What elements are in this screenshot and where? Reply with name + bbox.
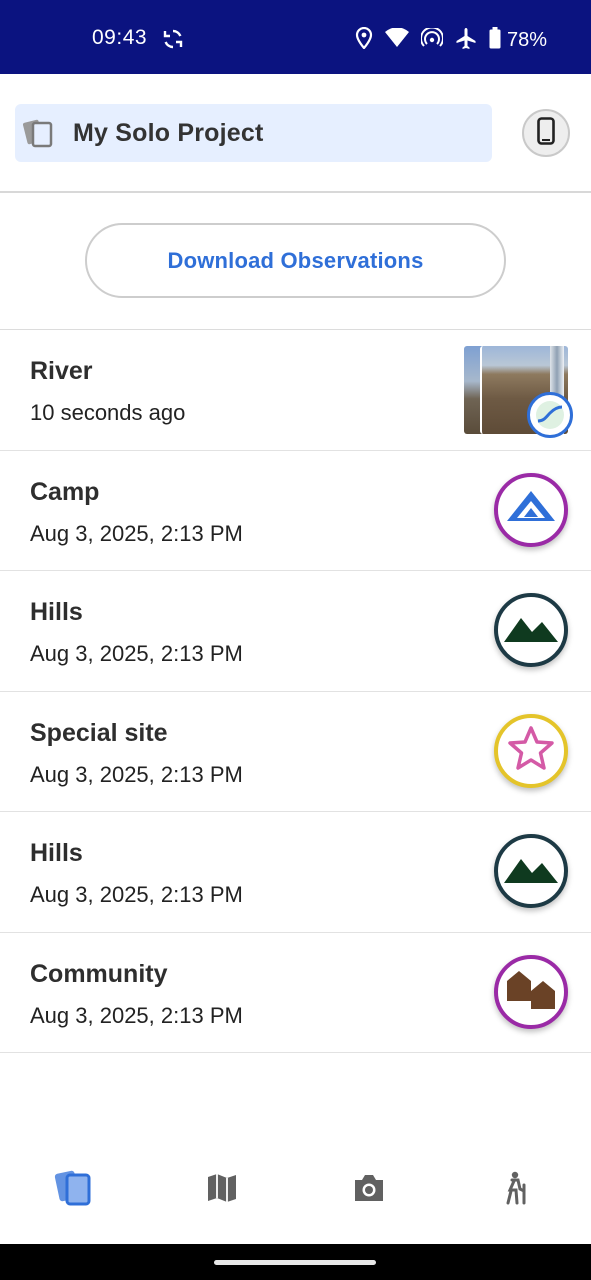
gesture-bar bbox=[0, 1244, 591, 1280]
list-item[interactable]: Special site Aug 3, 2025, 2:13 PM bbox=[0, 692, 591, 812]
observation-title: Special site bbox=[30, 718, 168, 747]
list-item[interactable]: Camp Aug 3, 2025, 2:13 PM bbox=[0, 451, 591, 571]
bottom-nav bbox=[0, 1140, 591, 1244]
airplane-icon bbox=[455, 27, 477, 54]
observation-title: River bbox=[30, 357, 93, 385]
cards-icon bbox=[23, 118, 55, 148]
camp-icon bbox=[505, 487, 557, 532]
map-icon bbox=[206, 1172, 238, 1209]
cards-icon bbox=[53, 1168, 95, 1213]
hotspot-icon bbox=[419, 26, 444, 53]
category-thumbnail bbox=[494, 472, 568, 547]
observation-time: Aug 3, 2025, 2:13 PM bbox=[30, 641, 243, 666]
sync-icon bbox=[161, 27, 185, 56]
nav-camera[interactable] bbox=[345, 1166, 393, 1214]
category-thumbnail bbox=[494, 593, 568, 667]
hiker-icon bbox=[501, 1171, 531, 1210]
observation-title: Community bbox=[30, 959, 168, 988]
star-icon bbox=[507, 725, 555, 776]
houses-icon bbox=[503, 967, 559, 1016]
observation-time: Aug 3, 2025, 2:13 PM bbox=[30, 761, 243, 787]
observation-title: Camp bbox=[30, 477, 100, 506]
download-section: Download Observations bbox=[0, 193, 591, 330]
category-thumbnail bbox=[494, 713, 568, 788]
gesture-handle[interactable] bbox=[214, 1260, 376, 1265]
observation-time: Aug 3, 2025, 2:13 PM bbox=[30, 1002, 243, 1028]
list-item[interactable]: Hills Aug 3, 2025, 2:13 PM bbox=[0, 571, 591, 692]
observation-time: Aug 3, 2025, 2:13 PM bbox=[30, 520, 243, 546]
app-header: My Solo Project bbox=[0, 74, 591, 193]
status-bar: 09:43 78% bbox=[0, 0, 591, 74]
observation-title: Hills bbox=[30, 839, 83, 867]
category-thumbnail bbox=[494, 834, 568, 908]
observation-time: 10 seconds ago bbox=[30, 400, 186, 425]
nav-map[interactable] bbox=[198, 1166, 246, 1214]
observation-list: River 10 seconds ago Camp Aug 3, 2025, 2… bbox=[0, 330, 591, 1053]
project-selector[interactable]: My Solo Project bbox=[15, 104, 492, 162]
phone-icon bbox=[537, 116, 555, 150]
download-observations-button[interactable]: Download Observations bbox=[85, 223, 506, 298]
observation-time: Aug 3, 2025, 2:13 PM bbox=[30, 882, 243, 907]
map-overlay-icon bbox=[527, 392, 573, 438]
nav-tracks[interactable] bbox=[492, 1166, 540, 1214]
battery-level: 78% bbox=[506, 29, 547, 51]
list-item[interactable]: Community Aug 3, 2025, 2:13 PM bbox=[0, 933, 591, 1053]
status-time: 09:43 bbox=[92, 26, 148, 49]
device-button[interactable] bbox=[522, 109, 570, 157]
hills-icon bbox=[504, 853, 558, 890]
category-thumbnail bbox=[494, 954, 568, 1029]
project-name: My Solo Project bbox=[73, 118, 264, 147]
battery-icon bbox=[489, 27, 501, 54]
camera-icon bbox=[352, 1173, 386, 1208]
photo-thumbnail bbox=[464, 346, 573, 438]
list-item[interactable]: Hills Aug 3, 2025, 2:13 PM bbox=[0, 812, 591, 933]
list-item[interactable]: River 10 seconds ago bbox=[0, 330, 591, 451]
hills-icon bbox=[504, 612, 558, 649]
observation-title: Hills bbox=[30, 598, 83, 626]
location-icon bbox=[355, 26, 373, 54]
wifi-icon bbox=[384, 27, 409, 53]
nav-observations[interactable] bbox=[50, 1166, 98, 1214]
